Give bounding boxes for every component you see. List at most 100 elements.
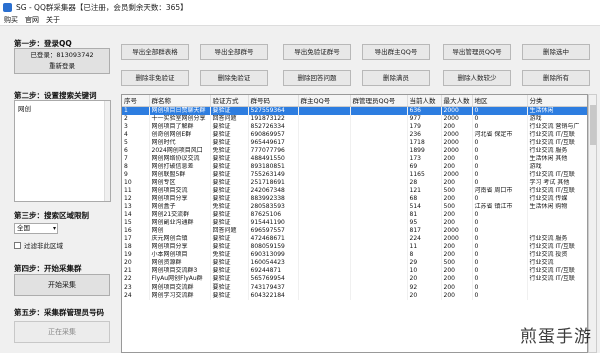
- delete-selected-button[interactable]: 删除选中: [522, 44, 590, 60]
- column-header[interactable]: 分类: [527, 95, 587, 107]
- export-free-verify-groups-button[interactable]: 导出免验证群号: [283, 44, 351, 60]
- menu-item-buy[interactable]: 购买: [4, 15, 18, 25]
- table-cell: 0: [472, 162, 528, 171]
- table-cell: 2000: [441, 130, 473, 139]
- left-panel: 第一步：登录QQ 已登录：813093742 重新登录 第二步：设置搜索关键词 …: [0, 26, 118, 353]
- table-cell: 10: [407, 267, 442, 276]
- table-cell: [298, 138, 351, 147]
- login-button[interactable]: 已登录：813093742 重新登录: [14, 48, 110, 74]
- menu-item-website[interactable]: 官网: [25, 15, 39, 25]
- table-row[interactable]: 23 网创项目交流群 要验证 743179437 92 200 0: [122, 283, 587, 292]
- export-owner-qq-button[interactable]: 导出群主QQ号: [362, 44, 430, 60]
- table-cell: 要验证: [210, 211, 249, 220]
- table-cell: 965449617: [248, 138, 299, 147]
- table-cell: 免验证: [210, 203, 249, 212]
- column-header[interactable]: 验证方式: [210, 95, 249, 107]
- table-row[interactable]: 24 网创学习交流群 要验证 604322184 20 200 0: [122, 291, 587, 300]
- table-cell: [350, 251, 408, 260]
- table-cell: 要验证: [210, 267, 249, 276]
- table-cell: 网创时代: [149, 138, 211, 147]
- table-scrollbar[interactable]: [588, 94, 597, 353]
- table-cell: [350, 243, 408, 252]
- table-row[interactable]: 5 网创时代 要验证 965449617 1718 2000 0 行业交流 IT/互联: [122, 138, 587, 147]
- table-row[interactable]: 19 小本网创项目 免验证 690313099 8 200 0 行业交流 投资: [122, 251, 587, 260]
- table-cell: 游戏: [527, 162, 587, 171]
- table-cell: 690869957: [248, 130, 299, 139]
- table-row[interactable]: 22 FlyAu网创FlyAu群 要验证 565769954 20 200 0 行业交流 IT…: [122, 275, 587, 284]
- table-cell: 242067348: [248, 186, 299, 195]
- table-row[interactable]: 4 创奇创网创E群 要验证 690869957 236 2000 河北省 保定市 行业交流 I…: [122, 130, 587, 139]
- table-cell: [350, 219, 408, 228]
- table-row[interactable]: 18 网创项目分享 要验证 808059159 11 200 0 行业交流 IT/互联: [122, 243, 587, 252]
- table-cell: 200: [441, 154, 473, 163]
- delete-full-button[interactable]: 删除满员: [362, 70, 430, 86]
- collecting-button[interactable]: 正在采集: [14, 321, 110, 343]
- table-cell: 14: [122, 211, 150, 220]
- table-cell: 2000: [441, 138, 473, 147]
- column-header[interactable]: 群管理员QQ号: [350, 95, 408, 107]
- table-row[interactable]: 14 网创21交流群 要验证 87625106 81 200 0: [122, 211, 587, 220]
- column-header[interactable]: 群名称: [149, 95, 211, 107]
- table-cell: 庆元网创合镇: [149, 235, 211, 244]
- table-cell: 0: [472, 178, 528, 187]
- column-header[interactable]: 最大人数: [441, 95, 473, 107]
- table-cell: 行业交流 服务: [527, 146, 587, 155]
- table-cell: [298, 227, 351, 236]
- delete-non-free-verify-button[interactable]: 删除非免验证: [121, 70, 189, 86]
- column-header[interactable]: 当前人数: [407, 95, 442, 107]
- table-cell: [350, 275, 408, 284]
- table-row[interactable]: 2 十一实验室网创分享 回答问题 191873122 977 2000 0 游戏: [122, 114, 587, 123]
- table-row[interactable]: 6 2024网创项目风口 免验证 777077796 1899 2000 0 行业交流 服务: [122, 146, 587, 155]
- column-header[interactable]: 群号码: [248, 95, 299, 107]
- column-header[interactable]: 地区: [472, 95, 528, 107]
- table-row[interactable]: 15 网创副业沟通群 要验证 915441190 95 200 0: [122, 219, 587, 228]
- delete-free-verify-button[interactable]: 删除免验证: [200, 70, 268, 86]
- table-row[interactable]: 1 网创项目日赞聊天群 要验证 527559364 636 2000 0 生活休闲: [122, 106, 587, 115]
- chevron-down-icon: ▾: [52, 225, 56, 232]
- table-row[interactable]: 21 网创项目交流群3 要验证 69244871 10 200 0 行业交流 IT/互联: [122, 267, 587, 276]
- table-cell: 16: [122, 227, 150, 236]
- table-cell: 29: [407, 259, 442, 268]
- export-all-group-numbers-button[interactable]: 导出全部群号: [200, 44, 268, 60]
- table-row[interactable]: 16 网创 回答问题 696597557 817 2000 0: [122, 227, 587, 236]
- table-cell: 网创项目交流群: [149, 283, 211, 292]
- table-row[interactable]: 9 网创联盟5群 要验证 755263149 1165 2000 0 行业交流 IT/互联: [122, 170, 587, 179]
- table-cell: 20: [122, 259, 150, 268]
- keyword-scrollbar[interactable]: [104, 101, 110, 201]
- table-cell: [298, 170, 351, 179]
- filter-region-checkbox[interactable]: [14, 241, 21, 249]
- keyword-input[interactable]: 网创: [14, 100, 111, 202]
- table-cell: 江苏省 镇江市: [472, 203, 528, 212]
- table-cell: 636: [407, 106, 442, 115]
- table-cell: 0: [472, 291, 528, 300]
- menu-item-about[interactable]: 关于: [46, 15, 60, 25]
- table-row[interactable]: 11 网创项目交流 要验证 242067348 121 500 河南省 周口市 行业交流 IT…: [122, 186, 587, 195]
- table-body: 1 网创项目日赞聊天群 要验证 527559364 636 2000 0 生活休闲 2 十一实验室…: [122, 106, 587, 300]
- start-collect-button[interactable]: 开始采集: [14, 274, 110, 296]
- delete-all-button[interactable]: 删除所有: [522, 70, 590, 86]
- column-header[interactable]: 序号: [122, 95, 150, 107]
- table-row[interactable]: 7 网创网络协议交流 要验证 488491550 173 200 0 生活休闲 其他: [122, 154, 587, 163]
- table-row[interactable]: 10 网创专区 要验证 251718691 28 200 0 学习 考试 其他: [122, 178, 587, 187]
- region-select[interactable]: 全国 ▾: [14, 223, 58, 234]
- window-title: SG - QQ群采集器【已注册，会员剩余天数：365】: [16, 2, 188, 12]
- table-cell: 0: [472, 170, 528, 179]
- table-row[interactable]: 8 网创打破信息差 要验证 893180851 69 200 0 游戏: [122, 162, 587, 171]
- table-cell: [298, 283, 351, 292]
- table-row[interactable]: 13 网创盒子 免验证 280583593 514 500 江苏省 镇江市 生活休闲 购物: [122, 203, 587, 212]
- table-cell: [298, 251, 351, 260]
- delete-answer-question-button[interactable]: 删除回答问题: [283, 70, 351, 86]
- column-header[interactable]: 群主QQ号: [298, 95, 351, 107]
- table-cell: 要验证: [210, 186, 249, 195]
- scrollbar-thumb[interactable]: [590, 105, 596, 145]
- table-cell: 22: [122, 275, 150, 284]
- table-row[interactable]: 20 网创资源群 要验证 160054423 29 500 0 行业交流: [122, 259, 587, 268]
- export-all-groups-table-button[interactable]: 导出全部群表格: [121, 44, 189, 60]
- delete-few-members-button[interactable]: 删除人数较少: [443, 70, 511, 86]
- login-status: 已登录：813093742: [30, 51, 94, 59]
- table-row[interactable]: 12 网创项目分享 要验证 883992338 68 200 0 行业交流 传媒: [122, 194, 587, 204]
- table-row[interactable]: 17 庆元网创合镇 要验证 472468671 224 2000 0 行业交流 服务: [122, 235, 587, 244]
- filter-region-row[interactable]: 过滤非此区域: [14, 240, 63, 250]
- table-row[interactable]: 3 网创项目了解群 要验证 852726334 179 200 0 行业交流 营销与广: [122, 122, 587, 131]
- export-admin-qq-button[interactable]: 导出管理员QQ号: [443, 44, 511, 60]
